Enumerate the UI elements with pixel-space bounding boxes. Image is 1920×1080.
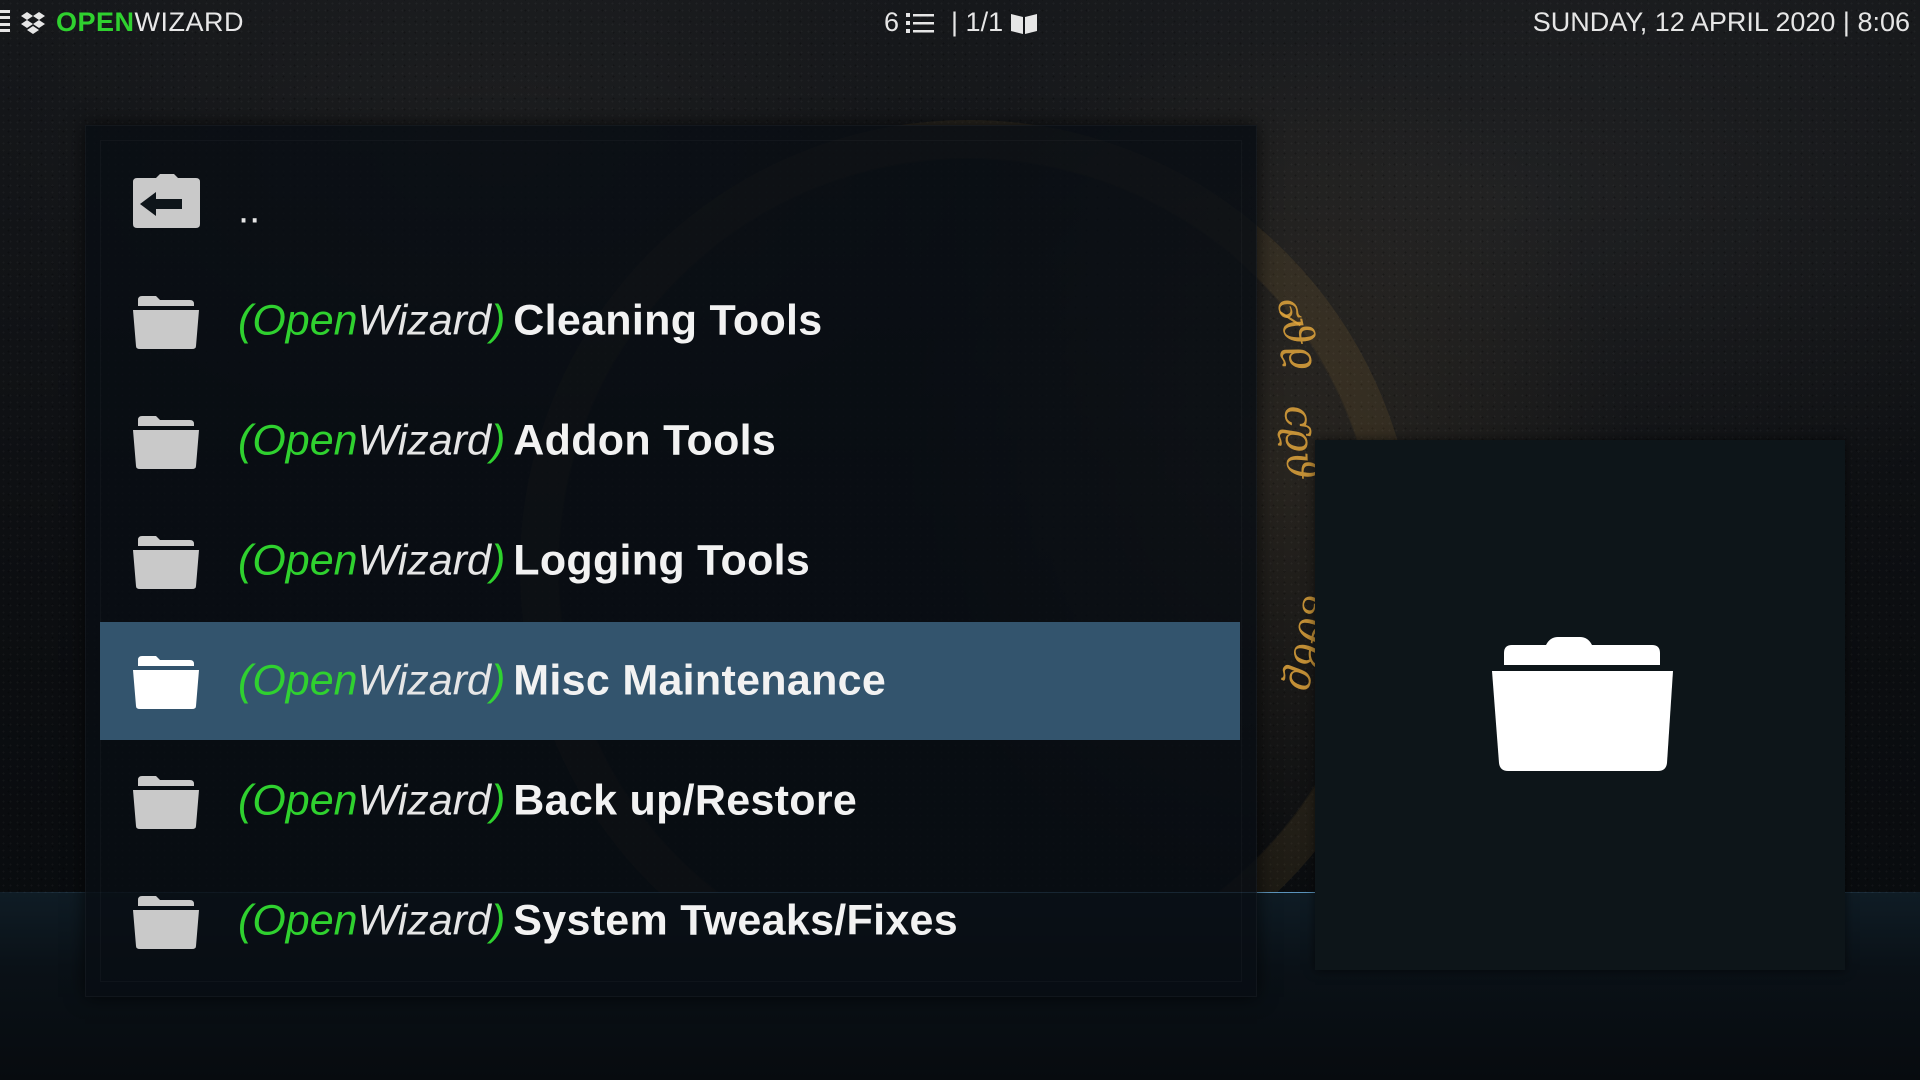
folder-icon: [133, 416, 199, 469]
list-item-label: (Open Wizard) Back up/Restore: [238, 776, 858, 825]
list-item-label: (Open Wizard) Cleaning Tools: [238, 296, 823, 345]
top-bar: OPENWIZARD 6 | 1/1 SUNDAY, 12 APRIL 2020…: [0, 0, 1920, 46]
list-item-backup-restore[interactable]: (Open Wizard) Back up/Restore: [100, 742, 1240, 860]
list-item-label: (Open Wizard) Misc Maintenance: [238, 656, 887, 705]
thumbnail-panel: [1315, 440, 1845, 970]
list-item-label: (Open Wizard) Addon Tools: [238, 416, 777, 465]
folder-icon: [133, 776, 199, 829]
date-time: SUNDAY, 12 APRIL 2020 | 8:06: [1532, 7, 1910, 37]
list-item-label: (Open Wizard) Logging Tools: [238, 536, 811, 585]
large-folder-icon: [1492, 637, 1673, 771]
brand-open: OPEN: [56, 7, 135, 37]
book-icon: [1011, 13, 1038, 34]
brand-wizard: WIZARD: [134, 7, 245, 37]
kodi-screen: ϭ̷ϑϱ ƈϱϑ ϭϑϐϱ OPENWIZARD 6 | 1/1 SUNDAY,…: [0, 0, 1920, 1080]
folder-icon: [133, 536, 199, 589]
folder-icon: [133, 656, 199, 709]
list-item-system-tweaks-fixes[interactable]: (Open Wizard) System Tweaks/Fixes: [100, 862, 1240, 980]
list-item-label: (Open Wizard) System Tweaks/Fixes: [238, 896, 958, 945]
brand-logo-icon: [21, 12, 45, 34]
folder-icon: [133, 896, 199, 949]
list-item-parent-directory[interactable]: ..: [100, 142, 1240, 260]
folder-icon: [133, 296, 199, 349]
list-icon: [906, 12, 935, 33]
list-item-addon-tools[interactable]: (Open Wizard) Addon Tools: [100, 382, 1240, 500]
list-item-misc-maintenance[interactable]: (Open Wizard) Misc Maintenance: [100, 622, 1240, 740]
page-info: | 1/1: [951, 7, 1004, 37]
list-item-cleaning-tools[interactable]: (Open Wizard) Cleaning Tools: [100, 262, 1240, 380]
folder-back-icon: [133, 174, 200, 228]
item-count-info: 6 | 1/1: [884, 7, 1039, 38]
list-item-logging-tools[interactable]: (Open Wizard) Logging Tools: [100, 502, 1240, 620]
hamburger-icon[interactable]: [0, 10, 10, 32]
item-count: 6: [884, 7, 900, 37]
parent-dir-label: ..: [238, 187, 261, 232]
brand-title: OPENWIZARD: [56, 7, 244, 38]
